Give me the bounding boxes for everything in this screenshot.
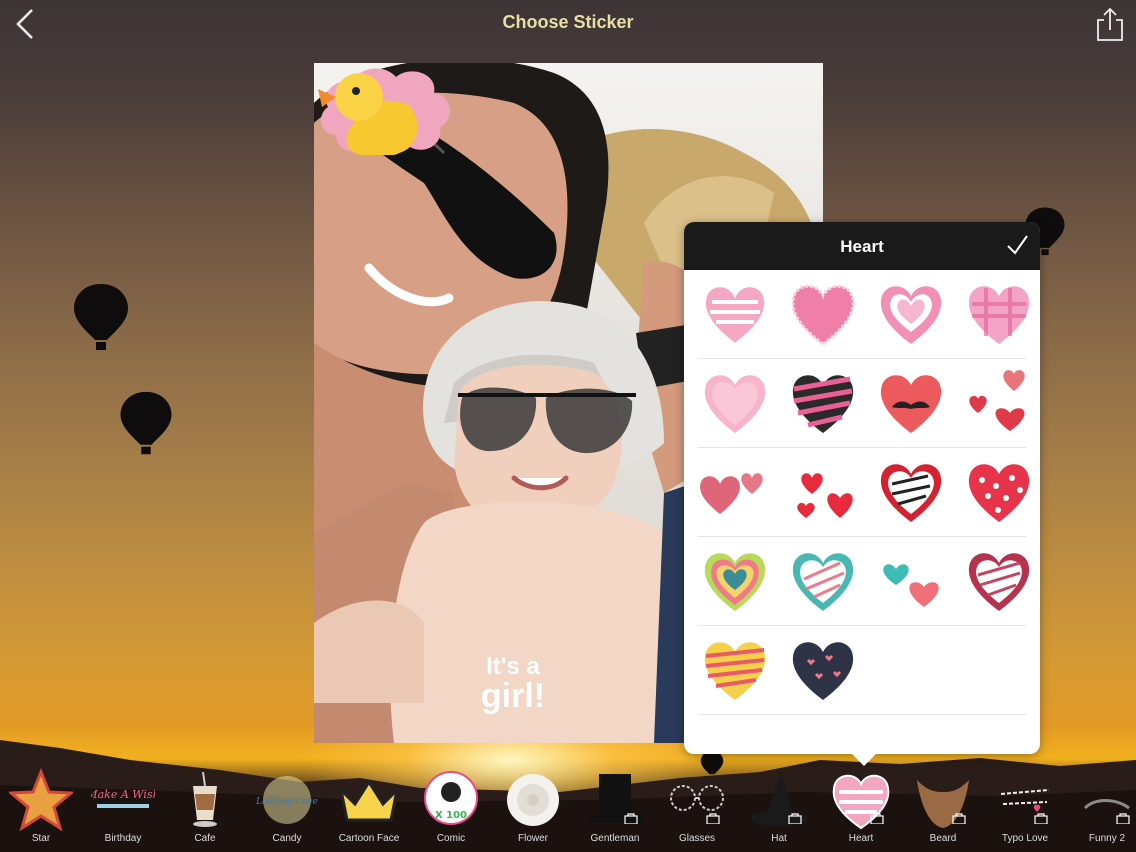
category-hat[interactable]: Hat: [738, 762, 820, 852]
flower-icon: [507, 774, 559, 826]
hearts-glitter-pair-sticker[interactable]: [694, 454, 768, 530]
sticker-category-toolbar: Star Make A Wish Birthday Cafe Lollipop …: [0, 762, 1136, 852]
sticker-row: [698, 359, 1026, 448]
category-candy[interactable]: Lollipop Love Candy: [246, 762, 328, 852]
comic-art-text: X 100: [435, 810, 467, 821]
page-title: Choose Sticker: [502, 12, 634, 32]
hearts-scatter-red-sticker[interactable]: [962, 365, 1036, 441]
category-label: Cartoon Face: [338, 833, 400, 844]
category-label: Beard: [929, 833, 957, 844]
category-star[interactable]: Star: [0, 762, 82, 852]
category-label: Candy: [272, 833, 302, 844]
category-label: Birthday: [104, 833, 142, 844]
lollipop-icon: Lollipop Love: [255, 776, 318, 824]
category-label: Heart: [848, 833, 874, 844]
category-glasses[interactable]: Glasses: [656, 762, 738, 852]
heart-black-pink-stripes-sticker[interactable]: [786, 365, 860, 441]
share-icon[interactable]: [1094, 6, 1126, 44]
sticker-text-line2: girl!: [480, 677, 546, 715]
skull-icon: X 100: [424, 771, 478, 825]
heart-pink-plaid-sticker[interactable]: [962, 276, 1036, 352]
sticker-row: [698, 270, 1030, 359]
category-birthday[interactable]: Make A Wish Birthday: [82, 762, 164, 852]
category-typo-love[interactable]: Typo Love: [984, 762, 1066, 852]
sticker-grid: [684, 270, 1040, 715]
category-funny-2[interactable]: Funny 2: [1066, 762, 1136, 852]
heart-navy-hearts-sticker[interactable]: [786, 632, 860, 708]
birthday-icon: Make A Wish: [91, 788, 155, 808]
sticker-row: [698, 448, 1030, 537]
lock-icon: [870, 813, 884, 824]
lock-icon: [624, 813, 638, 824]
panel-header: Heart: [684, 222, 1040, 270]
heart-yellow-stripes-sticker[interactable]: [698, 632, 772, 708]
category-label: Funny 2: [1088, 833, 1126, 844]
birthday-art-text: Make A Wish: [91, 788, 155, 801]
panel-title: Heart: [840, 237, 884, 256]
heart-pink-outline-sticker[interactable]: [874, 276, 948, 352]
lock-icon: [1116, 813, 1130, 824]
category-label: Typo Love: [1001, 833, 1049, 844]
heart-red-polka-sticker[interactable]: [962, 454, 1036, 530]
checkmark-icon[interactable]: [1004, 232, 1030, 258]
hearts-teal-coral-sticker[interactable]: [874, 543, 948, 619]
sticker-row: [698, 626, 1026, 715]
category-heart[interactable]: Heart: [820, 762, 902, 852]
category-cartoon-face[interactable]: Cartoon Face: [328, 762, 410, 852]
category-flower[interactable]: Flower: [492, 762, 574, 852]
heart-light-pink-sticker[interactable]: [698, 365, 772, 441]
candy-art-text: Lollipop Love: [255, 797, 318, 807]
heart-striped-pink-sticker[interactable]: [698, 276, 772, 352]
category-beard[interactable]: Beard: [902, 762, 984, 852]
category-label: Comic: [436, 833, 466, 844]
lock-icon: [952, 813, 966, 824]
heart-red-mustache-sticker[interactable]: [874, 365, 948, 441]
lock-icon: [788, 813, 802, 824]
category-comic[interactable]: X 100 Comic: [410, 762, 492, 852]
balloon-silhouette: [120, 391, 172, 455]
star-icon: [9, 768, 73, 832]
category-label: Gentleman: [590, 833, 640, 844]
crown-icon: [338, 779, 400, 822]
lock-icon: [1034, 813, 1048, 824]
coffee-cup-icon: [193, 771, 217, 827]
category-label: Star: [31, 833, 51, 844]
category-label: Flower: [517, 833, 548, 844]
category-label: Cafe: [194, 833, 216, 844]
balloon-silhouette: [74, 284, 128, 350]
heart-rainbow-layers-sticker[interactable]: [698, 543, 772, 619]
sticker-row: [698, 537, 1030, 626]
category-label: Glasses: [678, 833, 716, 844]
heart-pink-lace-sticker[interactable]: [786, 276, 860, 352]
category-gentleman[interactable]: Gentleman: [574, 762, 656, 852]
heart-teal-stripes-sticker[interactable]: [786, 543, 860, 619]
heart-maroon-stripes-sticker[interactable]: [962, 543, 1036, 619]
category-cafe[interactable]: Cafe: [164, 762, 246, 852]
rubber-duck-sticker[interactable]: [314, 63, 424, 158]
category-label: Hat: [771, 833, 787, 844]
sticker-picker-panel: Heart: [684, 222, 1040, 766]
hearts-small-red-sticker[interactable]: [786, 454, 860, 530]
heart-red-zigzag-sticker[interactable]: [874, 454, 948, 530]
lock-icon: [706, 813, 720, 824]
